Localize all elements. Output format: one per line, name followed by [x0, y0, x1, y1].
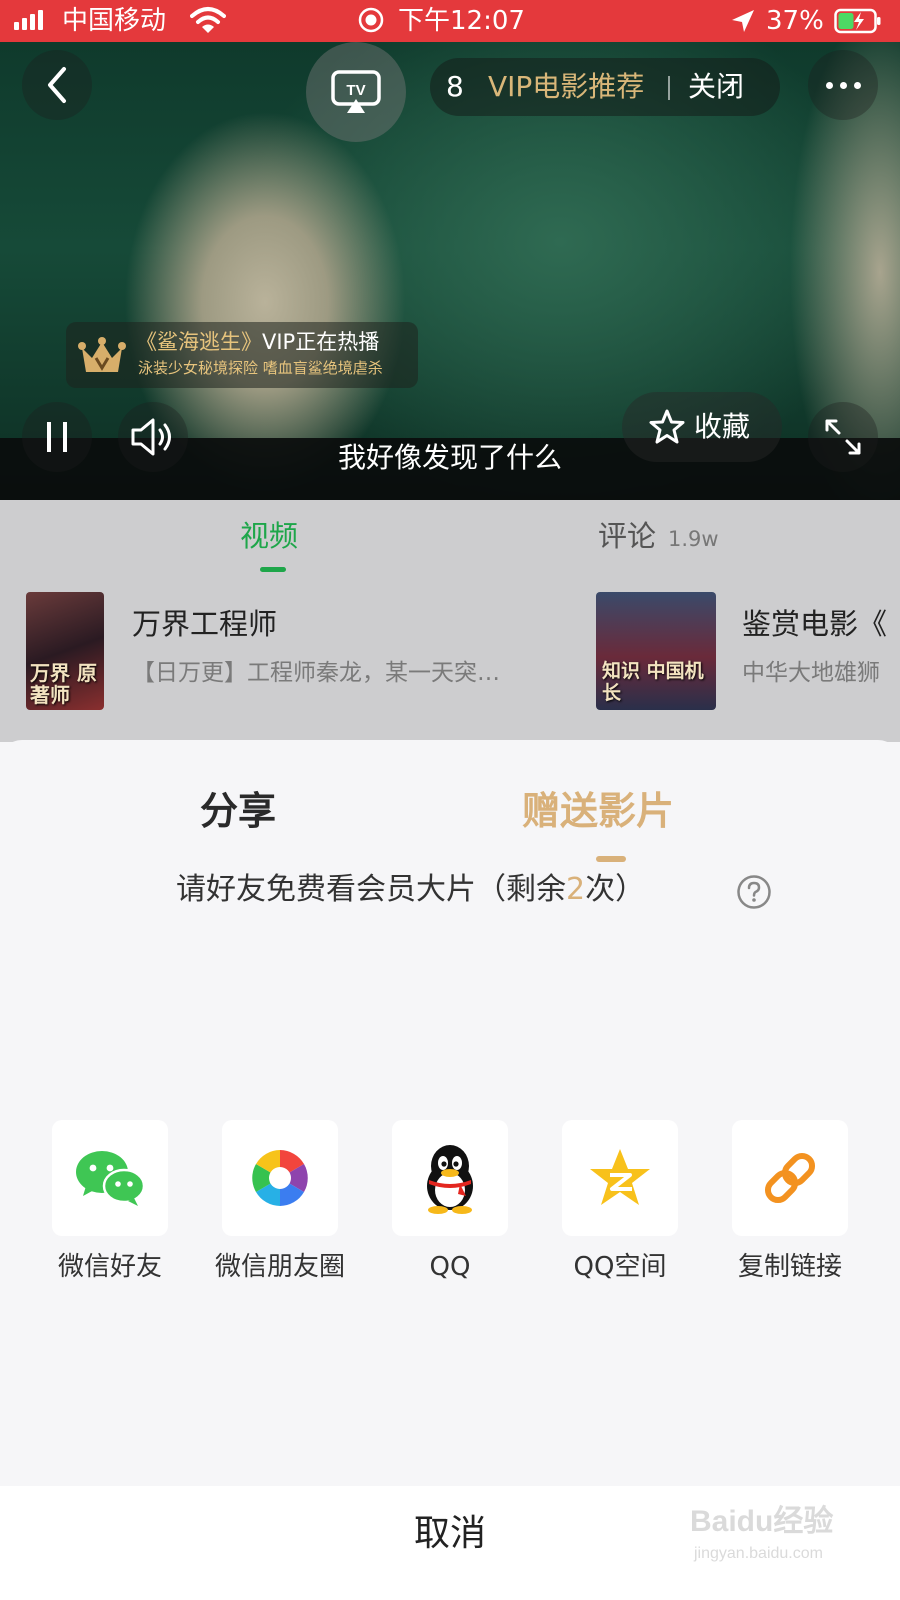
vip-promo-banner[interactable]: 《鲨海逃生》VIP正在热播 泳装少女秘境探险 嗜血盲鲨绝境虐杀	[66, 322, 418, 388]
share-channel-list: 微信好友 微信朋友圈 QQ QQ空间 复制链接	[0, 1120, 900, 1300]
svg-text:TV: TV	[346, 82, 365, 99]
carrier-name: 中国移动	[62, 6, 167, 36]
channel-label: 微信朋友圈	[214, 1252, 345, 1282]
recommend-desc: 中华大地雄狮	[742, 660, 880, 686]
share-sheet: 分享 赠送影片 请好友免费看会员大片（剩余2次） 微信好友 微信朋友圈 QQ Q…	[0, 740, 900, 1600]
tv-cast-icon: TV	[331, 70, 381, 113]
location-arrow-icon	[732, 10, 754, 32]
more-button[interactable]	[808, 50, 878, 120]
promo-title: 《鲨海逃生》VIP正在热播	[136, 330, 380, 354]
tv-cast-button[interactable]: TV	[306, 42, 406, 142]
recommend-item[interactable]: 万界 原著师 万界工程师 【日万更】工程师秦龙，某一天突…	[26, 592, 566, 712]
tab-video[interactable]: 视频	[240, 514, 298, 558]
favorite-button[interactable]: 收藏	[622, 392, 782, 462]
tab-comment-label: 评论	[598, 519, 657, 553]
signal-icon	[14, 10, 43, 30]
clock: 下午12:07	[398, 6, 525, 36]
status-bar: 中国移动 下午12:07 37%	[0, 0, 900, 42]
wechat-icon	[76, 1151, 146, 1206]
recommend-title: 万界工程师	[132, 607, 278, 641]
moments-icon	[252, 1150, 308, 1206]
vip-recommend-bar[interactable]: 8 VIP电影推荐 关闭	[430, 58, 780, 116]
channel-label: QQ	[429, 1252, 471, 1282]
channel-label: 复制链接	[737, 1252, 842, 1282]
comment-count: 1.9w	[668, 527, 719, 551]
tab-comment[interactable]: 评论 1.9w	[598, 514, 719, 561]
wifi-icon	[190, 7, 226, 33]
poster-text: 万界 原著师	[30, 661, 97, 707]
invite-text: 请好友免费看会员大片（剩余2次）	[176, 872, 646, 907]
divider	[668, 76, 670, 100]
qq-icon	[427, 1145, 473, 1214]
help-icon[interactable]	[736, 874, 772, 910]
recommend-item[interactable]: 知识 中国机长 鉴赏电影《 中华大地雄狮	[596, 592, 900, 712]
star-icon	[649, 409, 685, 444]
wechat-tile[interactable]	[52, 1120, 168, 1236]
copy-link[interactable]: 复制链接	[695, 1120, 865, 1300]
battery-icon	[834, 8, 881, 34]
promo-subtitle: 泳装少女秘境探险 嗜血盲鲨绝境虐杀	[138, 359, 383, 377]
recommend-title: 鉴赏电影《	[742, 607, 888, 641]
favorite-label: 收藏	[694, 410, 751, 443]
more-dots-icon	[825, 81, 861, 89]
baidu-watermark: Baidu经验 jingyan.baidu.com	[690, 1502, 870, 1572]
tab-active-indicator	[596, 856, 626, 862]
remaining-count: 2	[566, 872, 586, 907]
qzone-icon	[590, 1149, 650, 1205]
poster-image: 万界 原著师	[26, 592, 104, 710]
vip-crown-icon	[78, 337, 126, 372]
link-tile[interactable]	[732, 1120, 848, 1236]
chevron-left-icon	[48, 67, 66, 103]
channel-label: 微信好友	[57, 1252, 162, 1282]
qzone-tile[interactable]	[562, 1120, 678, 1236]
back-button[interactable]	[22, 50, 92, 120]
screen-record-icon	[358, 7, 384, 33]
vip-recommend-title[interactable]: VIP电影推荐	[488, 66, 644, 108]
video-player[interactable]: TV 8 VIP电影推荐 关闭 《鲨海逃生》VIP正在热播 泳装少女秘境探险 嗜…	[0, 42, 900, 500]
link-icon	[764, 1152, 816, 1204]
fullscreen-button[interactable]	[808, 402, 878, 472]
poster-text: 知识 中国机长	[602, 660, 704, 704]
channel-label: QQ空间	[573, 1252, 667, 1282]
tab-active-indicator	[260, 567, 286, 572]
qq-tile[interactable]	[392, 1120, 508, 1236]
share-qzone[interactable]: QQ空间	[525, 1120, 695, 1300]
recommend-desc: 【日万更】工程师秦龙，某一天突…	[132, 660, 500, 686]
tab-share[interactable]: 分享	[200, 784, 276, 838]
share-moments[interactable]: 微信朋友圈	[185, 1120, 355, 1300]
vip-count: 8	[446, 70, 464, 103]
moments-tile[interactable]	[222, 1120, 338, 1236]
share-qq[interactable]: QQ	[355, 1120, 525, 1300]
poster-image: 知识 中国机长	[596, 592, 716, 710]
content-area: 视频 评论 1.9w 万界 原著师 万界工程师 【日万更】工程师秦龙，某一天突… …	[0, 500, 900, 742]
fullscreen-icon	[825, 419, 861, 455]
watermark-url: jingyan.baidu.com	[694, 1545, 823, 1562]
watermark-brand: Baidu经验	[690, 1505, 834, 1538]
battery-percent: 37%	[766, 6, 824, 36]
tab-gift-movie[interactable]: 赠送影片	[522, 784, 674, 838]
share-wechat-friend[interactable]: 微信好友	[15, 1120, 185, 1300]
close-vip-button[interactable]: 关闭	[688, 66, 744, 108]
